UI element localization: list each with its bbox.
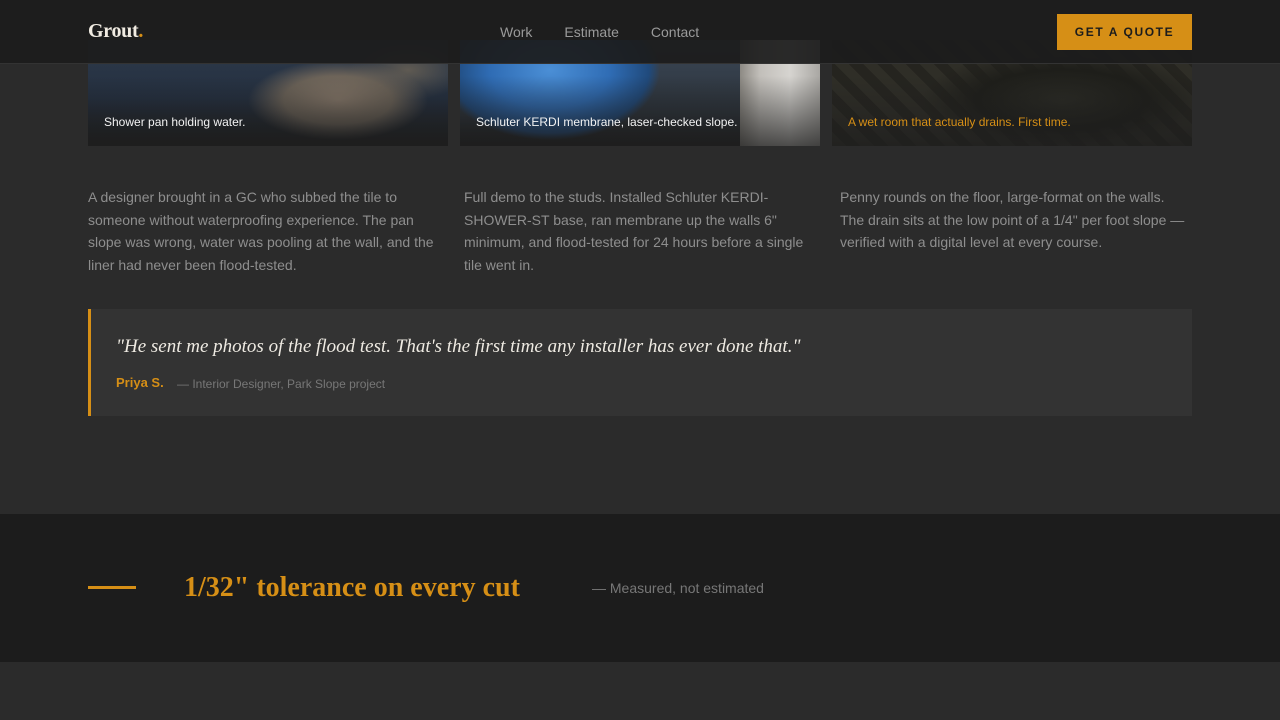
during-description: Full demo to the studs. Installed Schlut… <box>464 189 804 273</box>
logo[interactable]: Grout. <box>88 20 143 43</box>
before-description: A designer brought in a GC who subbed th… <box>88 189 434 273</box>
top-navigation-bar: Grout. Work Estimate Contact GET A QUOTE <box>0 0 1280 64</box>
testimonial: "He sent me photos of the flood test. Th… <box>88 309 1192 416</box>
nav-link-estimate[interactable]: Estimate <box>564 24 618 40</box>
get-a-quote-button[interactable]: GET A QUOTE <box>1057 14 1192 50</box>
testimonial-role: — Interior Designer, Park Slope project <box>177 377 386 391</box>
testimonial-quote: "He sent me photos of the flood test. Th… <box>116 336 801 357</box>
logo-text: Grout <box>88 20 139 42</box>
testimonial-author: Priya S. <box>116 375 164 390</box>
stat-subtext: — Measured, not estimated <box>592 580 764 596</box>
accent-rule <box>88 586 136 589</box>
nav-link-contact[interactable]: Contact <box>651 24 699 40</box>
after-description: Penny rounds on the floor, large-format … <box>840 189 1185 250</box>
nav-link-work[interactable]: Work <box>500 24 532 40</box>
main-nav: Work Estimate Contact <box>500 24 699 40</box>
stat-band: 1/32" tolerance on every cut — Measured,… <box>0 514 1280 662</box>
image-caption: A wet room that actually drains. First t… <box>848 115 1071 129</box>
logo-dot: . <box>138 20 144 42</box>
stat-headline: 1/32" tolerance on every cut <box>184 572 520 603</box>
image-caption: Schluter KERDI membrane, laser-checked s… <box>476 115 738 129</box>
image-caption: Shower pan holding water. <box>104 115 246 129</box>
